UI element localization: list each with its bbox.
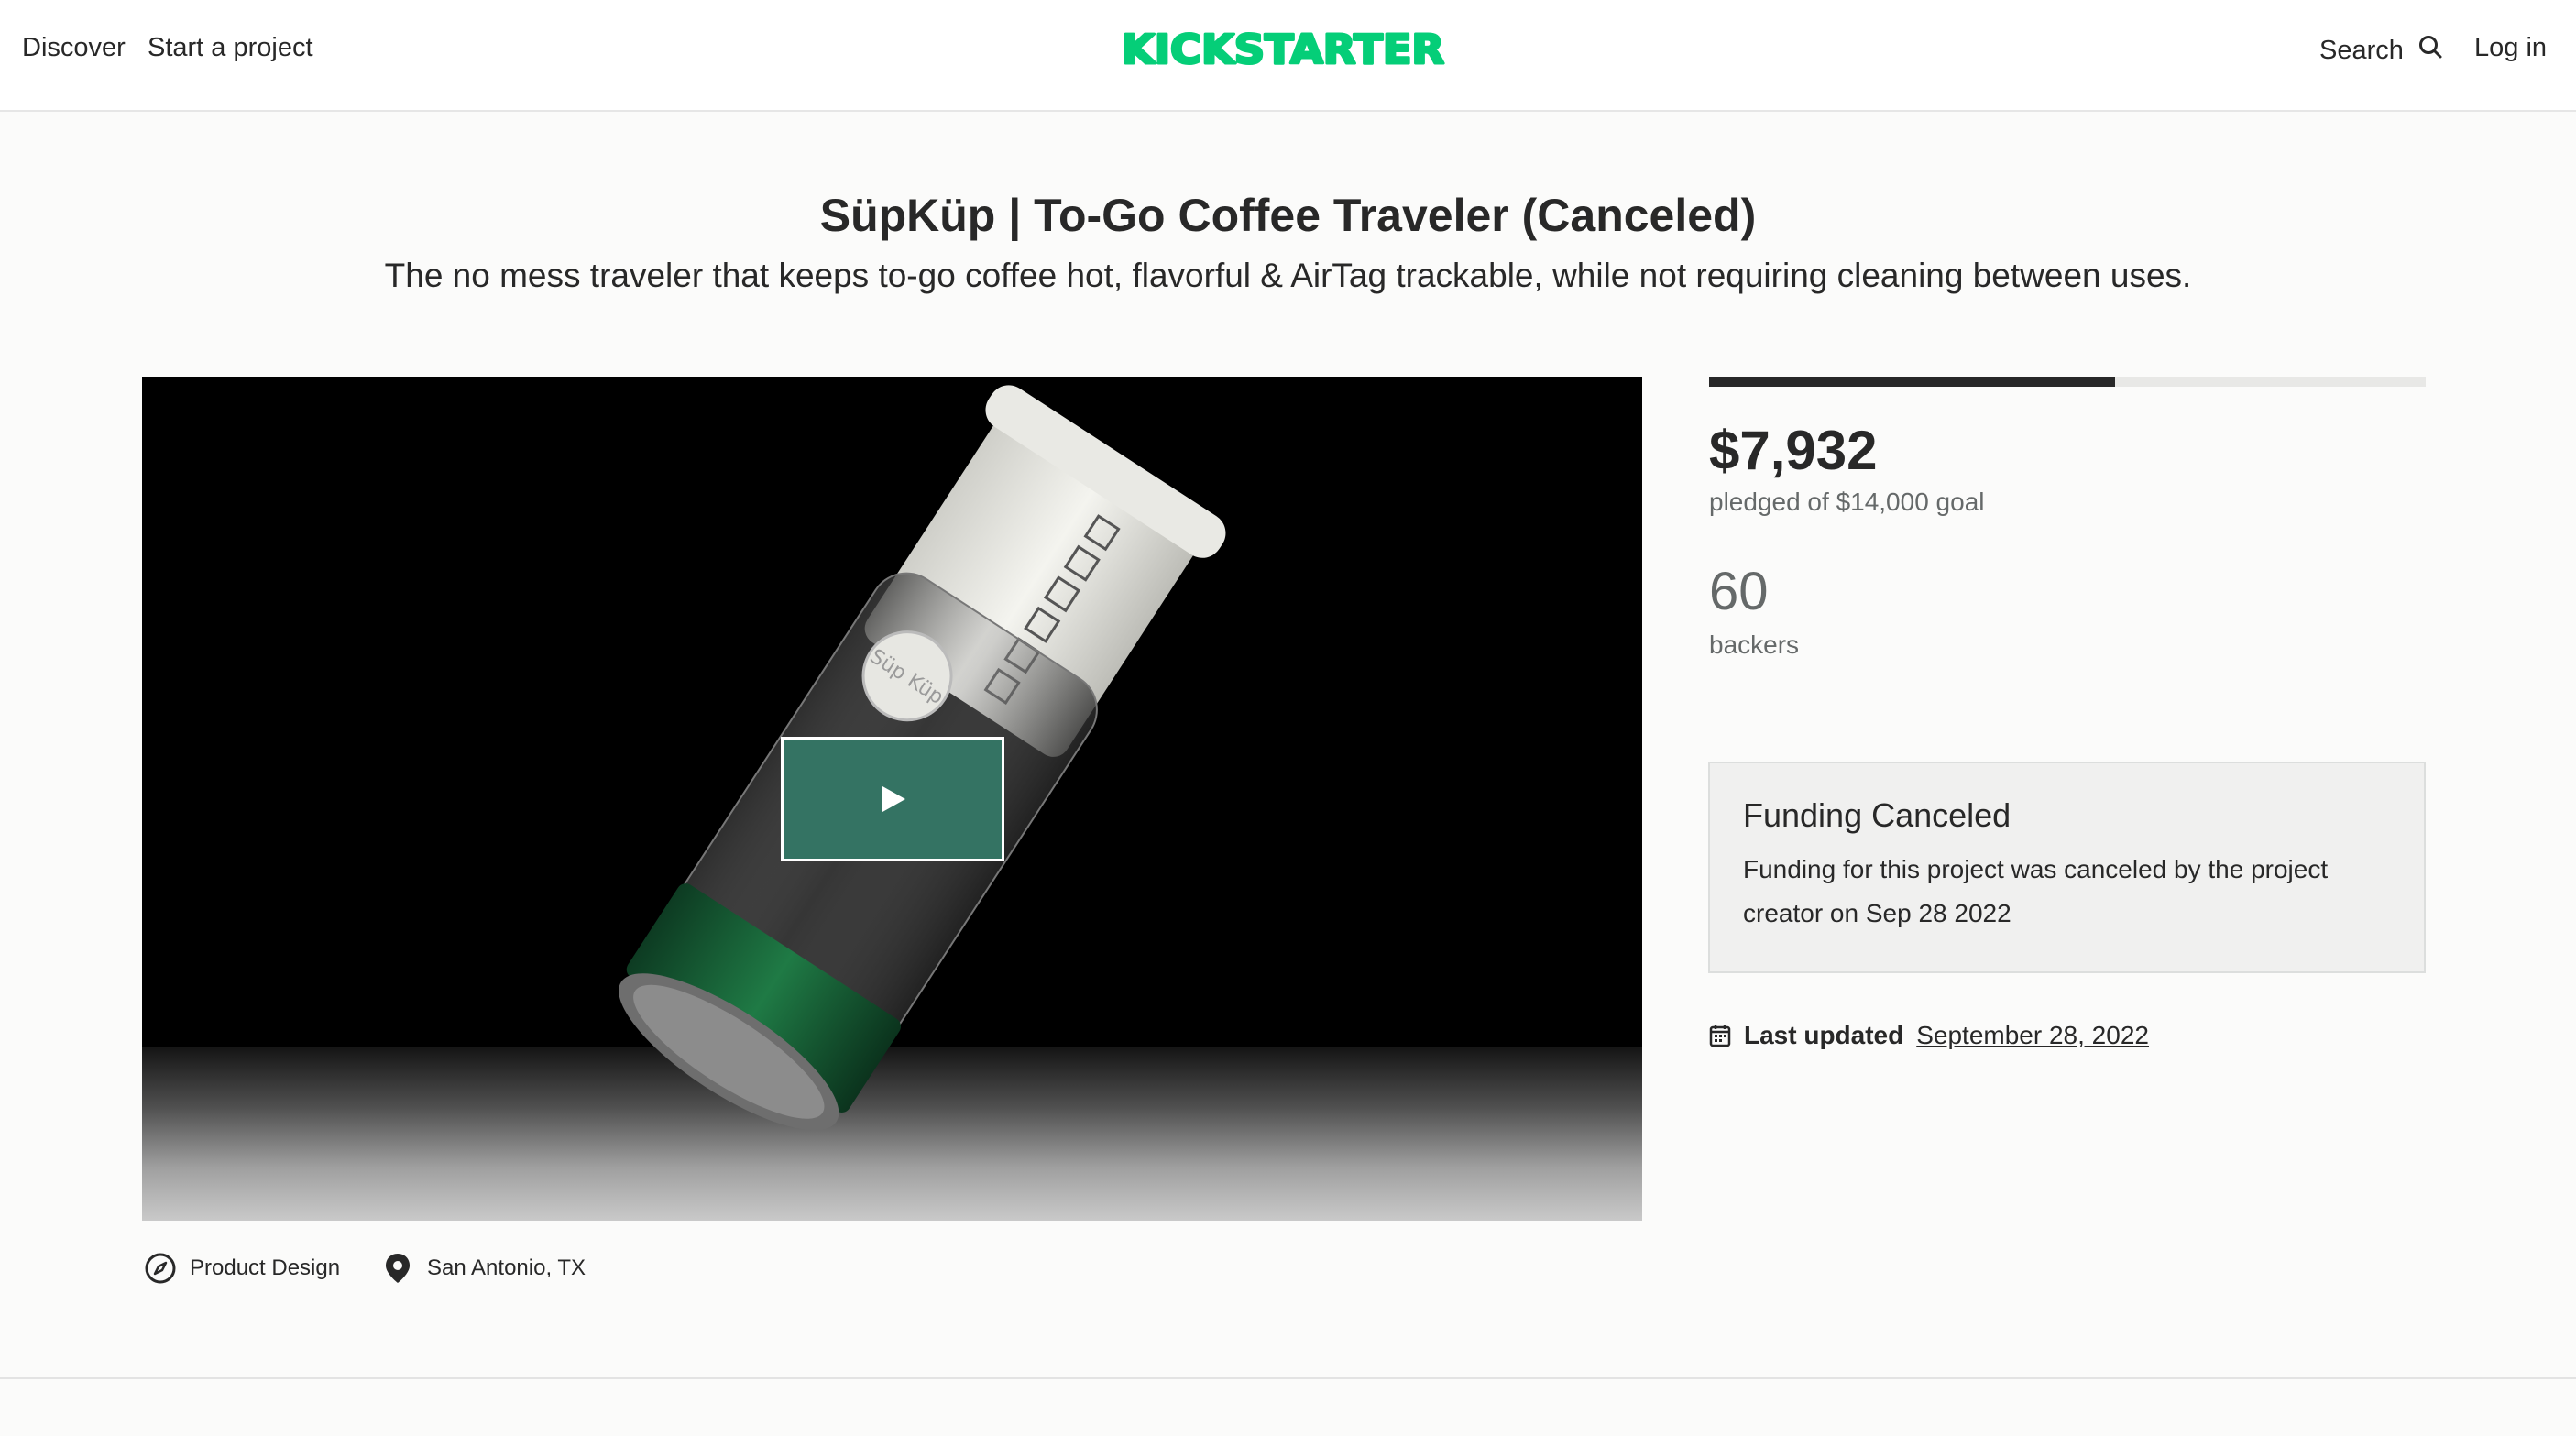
project-title: SüpKüp | To-Go Coffee Traveler (Canceled… <box>819 190 1757 241</box>
search-icon <box>2417 33 2444 68</box>
category-link[interactable]: Product Design <box>144 1252 340 1285</box>
backers-label: backers <box>1709 630 1800 659</box>
project-blurb: The no mess traveler that keeps to-go co… <box>384 257 2192 294</box>
calendar-icon <box>1709 1025 1731 1047</box>
svg-text:KICKSTARTER: KICKSTARTER <box>1122 27 1444 71</box>
last-updated-label: Last updated <box>1744 1021 1904 1049</box>
category-label: Product Design <box>190 1255 341 1280</box>
location-link[interactable]: San Antonio, TX <box>381 1252 586 1285</box>
search-button[interactable]: Search <box>2319 33 2444 68</box>
last-updated: Last updated September 28, 2022 <box>1709 1021 2149 1050</box>
pledged-goal-text: pledged of $14,000 goal <box>1709 488 1985 516</box>
location-label: San Antonio, TX <box>427 1255 586 1280</box>
notice-title: Funding Canceled <box>1743 796 2011 834</box>
kickstarter-logo[interactable]: KICKSTARTER <box>1118 26 1448 71</box>
play-button[interactable] <box>781 737 1004 861</box>
start-project-link[interactable]: Start a project <box>148 33 313 63</box>
notice-text: Funding for this project was canceled by… <box>1743 855 2329 927</box>
funding-progress-fill <box>1709 377 2116 387</box>
login-link[interactable]: Log in <box>2474 33 2547 63</box>
last-updated-date-link[interactable]: September 28, 2022 <box>1916 1021 2149 1050</box>
compass-icon <box>145 1253 176 1284</box>
section-divider <box>0 1377 2576 1379</box>
funding-progress-bar <box>1709 377 2426 387</box>
top-nav-bar: Discover Start a project KICKSTARTER Sea… <box>0 0 2576 112</box>
discover-link[interactable]: Discover <box>22 33 126 63</box>
funding-canceled-notice: Funding Canceled Funding for this projec… <box>1708 762 2426 973</box>
search-label: Search <box>2319 35 2404 65</box>
backers-count: 60 <box>1709 562 1769 621</box>
play-icon <box>882 786 905 812</box>
location-pin-icon <box>386 1254 410 1283</box>
pledged-amount: $7,932 <box>1709 420 1878 481</box>
